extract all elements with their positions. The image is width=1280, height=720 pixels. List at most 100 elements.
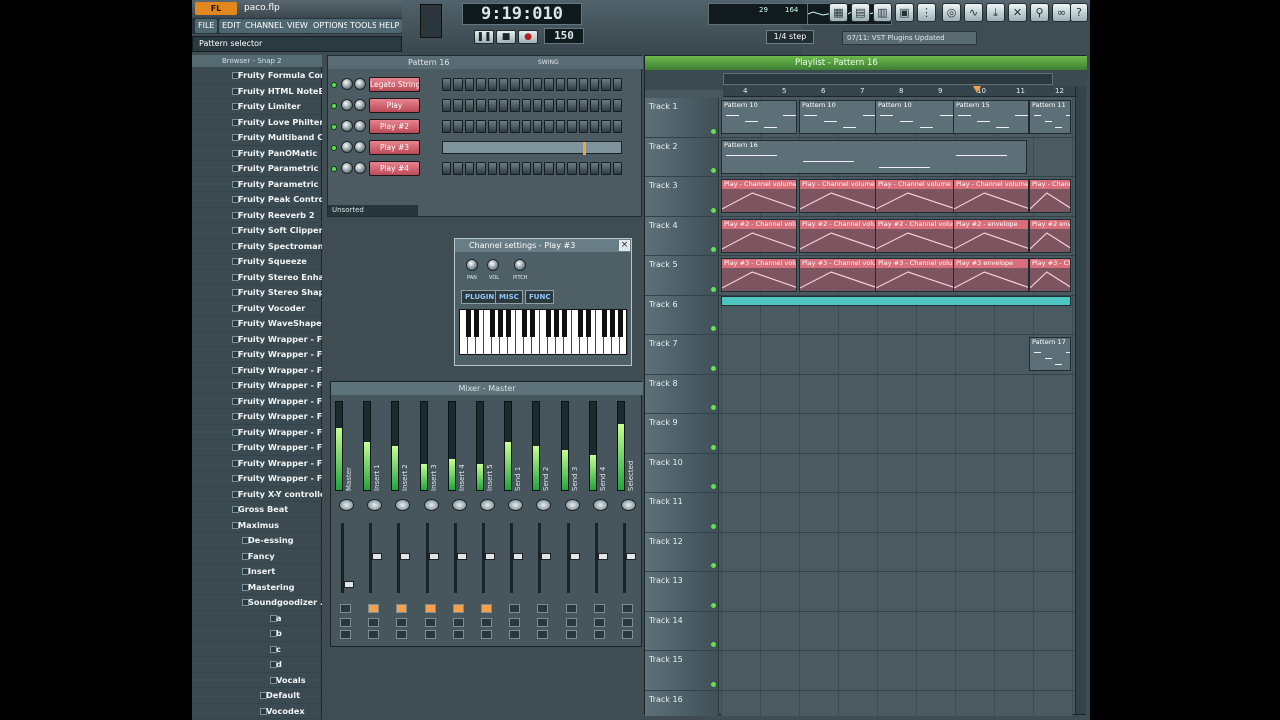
automation-clip[interactable]: Play - Channel volume #3... [875, 179, 955, 213]
mixer-pan-knob[interactable] [395, 499, 411, 511]
step-button[interactable] [567, 120, 577, 133]
step-button[interactable] [578, 162, 588, 175]
step-button[interactable] [442, 78, 452, 91]
black-key[interactable] [545, 310, 551, 337]
fx-slot[interactable] [340, 630, 351, 639]
step-button[interactable] [612, 99, 622, 112]
browser-item[interactable]: d [192, 657, 322, 673]
step-button[interactable] [589, 120, 600, 133]
step-button[interactable] [510, 162, 520, 175]
pattern-clip[interactable]: Pattern 15 [953, 100, 1029, 134]
horizontal-scrollbar[interactable] [723, 73, 1053, 85]
step-button[interactable] [476, 78, 486, 91]
fx-slot[interactable] [509, 630, 521, 639]
pause-button[interactable]: ❚❚ [474, 30, 494, 44]
browser-item[interactable]: Fruity WaveShaper [192, 316, 322, 332]
fx-slot[interactable] [340, 618, 351, 627]
track-grid[interactable]: Pattern 10 Pattern 10 Pattern 10 Pattern 15… [721, 98, 1073, 137]
render-icon[interactable]: ⤓ [986, 3, 1005, 22]
automation-clip[interactable]: Play #2 - Channel volu... [799, 218, 877, 253]
channel-volume-knob[interactable] [354, 78, 366, 90]
step-button[interactable] [589, 78, 600, 91]
fader-cap[interactable] [400, 553, 411, 560]
step-button[interactable] [567, 78, 577, 91]
fx-slot[interactable] [593, 604, 605, 613]
mixer-fader[interactable] [510, 523, 524, 593]
automation-clip[interactable]: Play #2 - Channel volum... [875, 218, 955, 253]
step-button[interactable] [510, 78, 520, 91]
track-name[interactable]: Track 8 [645, 374, 719, 413]
browser-item[interactable]: Fancy [192, 549, 322, 564]
browser-item[interactable]: Insert [192, 564, 322, 580]
pattern-clip[interactable]: Pattern 10 [721, 100, 797, 134]
step-button[interactable] [578, 120, 588, 133]
track-name[interactable]: Track 9 [645, 414, 719, 453]
audio-clip[interactable] [721, 295, 1071, 306]
browser-item[interactable]: Fruity Love Philter [192, 115, 322, 130]
pan-knob[interactable] [466, 259, 478, 271]
pattern-clip[interactable]: Pattern 10 [799, 100, 877, 134]
step-button[interactable] [453, 78, 463, 91]
step-button[interactable] [567, 99, 577, 112]
track-name[interactable]: Track 14 [645, 611, 719, 650]
fader-cap[interactable] [372, 553, 383, 560]
step-button[interactable] [487, 78, 497, 91]
track-grid[interactable] [721, 493, 1073, 532]
browser-item[interactable]: Fruity Wrapper - Fr... [192, 471, 322, 487]
step-button[interactable] [476, 120, 486, 133]
track-grid[interactable] [721, 295, 1073, 334]
menu-file[interactable]: FILE [195, 19, 218, 33]
fx-slot[interactable] [565, 618, 577, 627]
step-button[interactable] [544, 120, 554, 133]
track-active-led[interactable] [711, 128, 716, 134]
channel-pan-knob[interactable] [341, 78, 353, 90]
menu-help[interactable]: HELP [376, 19, 403, 33]
wave-icon[interactable]: ∿ [964, 3, 983, 22]
browser-item[interactable]: Fruity Limiter [192, 99, 322, 115]
track-active-led[interactable] [711, 484, 716, 489]
fx-slot[interactable] [537, 630, 549, 639]
fx-slot[interactable] [452, 604, 464, 613]
browser-item[interactable]: Fruity Peak Control... [192, 192, 322, 208]
fx-slot[interactable] [396, 630, 408, 639]
step-button[interactable] [533, 162, 543, 175]
pattern-selector[interactable]: Pattern selector [192, 36, 402, 52]
channel-pan-knob[interactable] [341, 120, 353, 132]
step-button[interactable] [578, 99, 588, 112]
step-button[interactable] [555, 162, 566, 175]
track-name[interactable]: Track 5 [645, 256, 719, 295]
fx-slot[interactable] [565, 630, 577, 639]
tools-icon[interactable]: ✕ [1008, 3, 1027, 22]
track-active-led[interactable] [711, 642, 716, 647]
fl-logo[interactable]: FL STUDIO [195, 2, 237, 26]
browser-item[interactable]: Vocals [192, 673, 322, 688]
mixer-fader[interactable] [482, 523, 495, 593]
tempo-display[interactable]: 150 [544, 28, 584, 44]
step-button[interactable] [555, 120, 566, 133]
channel-volume-knob[interactable] [354, 120, 366, 132]
mixer-pan-knob[interactable] [367, 499, 383, 511]
fx-slot[interactable] [424, 618, 436, 627]
fader-cap[interactable] [428, 553, 439, 560]
mixer-pan-knob[interactable] [423, 499, 439, 511]
pattern-clip[interactable]: Pattern 11 [1029, 100, 1071, 134]
close-icon[interactable]: × [619, 240, 630, 251]
browser-item[interactable]: Fruity Stereo Shaper [192, 285, 322, 301]
black-key[interactable] [465, 310, 471, 337]
step-button[interactable] [612, 120, 622, 133]
playhead-marker[interactable] [973, 86, 981, 93]
step-button[interactable] [464, 78, 475, 91]
fx-slot[interactable] [424, 630, 436, 639]
step-button[interactable] [521, 120, 531, 133]
step-button[interactable] [521, 78, 531, 91]
step-button[interactable] [476, 99, 486, 112]
mixer-fader[interactable] [369, 523, 383, 593]
track-active-led[interactable] [711, 681, 716, 687]
step-button[interactable] [464, 120, 475, 133]
channel-volume-knob[interactable] [354, 141, 366, 153]
browser-item[interactable]: Mastering [192, 580, 322, 595]
fader-cap[interactable] [569, 553, 580, 560]
step-button[interactable] [442, 99, 452, 112]
step-button[interactable] [453, 162, 463, 175]
fx-slot[interactable] [622, 630, 633, 639]
